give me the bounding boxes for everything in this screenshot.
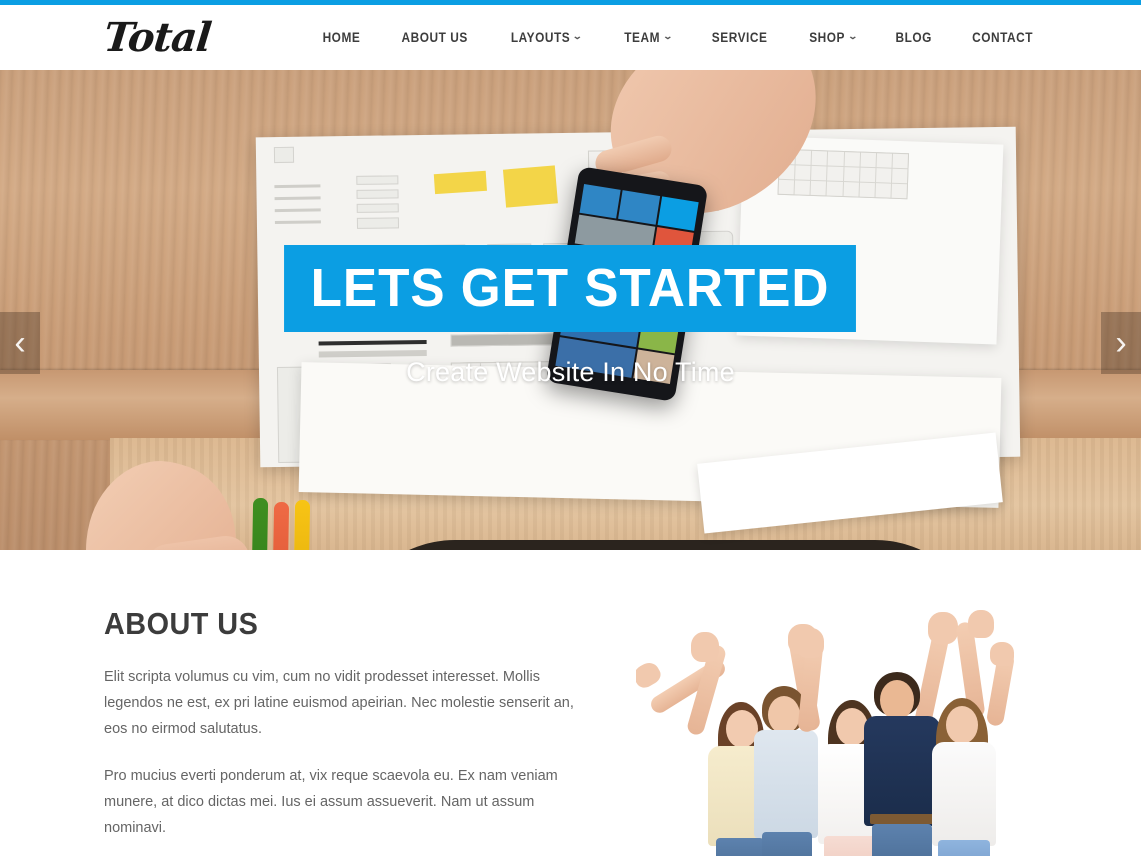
nav-item-about-us[interactable]: ABOUT US [386,30,482,45]
nav-item-label: BLOG [895,30,933,45]
hero-caption: LETS GET STARTED Create Website In No Ti… [0,245,1141,388]
nav-item-label: ABOUT US [401,30,468,45]
nav-item-team[interactable]: TEAM ⌄ [609,30,686,45]
chevron-down-icon: ⌄ [846,31,859,41]
nav-item-blog[interactable]: BLOG [881,30,947,45]
nav-item-label: HOME [322,30,361,45]
about-text-column: ABOUT US Elit scripta volumus cu vim, cu… [104,606,586,856]
nav-item-label: CONTACT [971,30,1033,45]
slider-next-arrow-icon[interactable]: › [1101,312,1141,374]
hero-subtitle: Create Website In No Time [406,357,735,387]
nav-item-home[interactable]: HOME [307,30,375,45]
nav-item-label: LAYOUTS [510,30,571,45]
hero-title: LETS GET STARTED [284,245,857,332]
about-section: ABOUT US Elit scripta volumus cu vim, cu… [0,550,1141,856]
hero-slider: LETS GET STARTED Create Website In No Ti… [0,70,1141,550]
nav-item-label: SERVICE [712,30,768,45]
about-heading: ABOUT US [104,606,259,641]
site-logo[interactable]: Total [102,14,213,61]
about-paragraph-2: Pro mucius everti ponderum at, vix reque… [104,768,558,836]
site-header: Total HOME ABOUT US LAYOUTS ⌄ TEAM ⌄ SER… [0,5,1141,70]
marker-yellow [292,499,311,550]
marker-green [250,497,269,550]
nav-item-label: SHOP [808,30,845,45]
about-image-column [626,606,1037,856]
nav-item-contact[interactable]: CONTACT [957,30,1033,45]
chevron-down-icon: ⌄ [661,31,674,41]
nav-item-label: TEAM [623,30,660,45]
marker-orange [271,501,290,550]
nav-item-service[interactable]: SERVICE [697,30,783,45]
nav-item-shop[interactable]: SHOP ⌄ [794,30,871,45]
chevron-down-icon: ⌄ [572,31,584,41]
dark-rounded-object [345,540,985,550]
main-navigation: HOME ABOUT US LAYOUTS ⌄ TEAM ⌄ SERVICE S… [303,30,1038,45]
team-photo [636,606,1036,856]
nav-item-layouts[interactable]: LAYOUTS ⌄ [496,30,597,45]
about-paragraph-1: Elit scripta volumus cu vim, cum no vidi… [104,669,574,737]
slider-prev-arrow-icon[interactable]: ‹ [0,312,40,374]
